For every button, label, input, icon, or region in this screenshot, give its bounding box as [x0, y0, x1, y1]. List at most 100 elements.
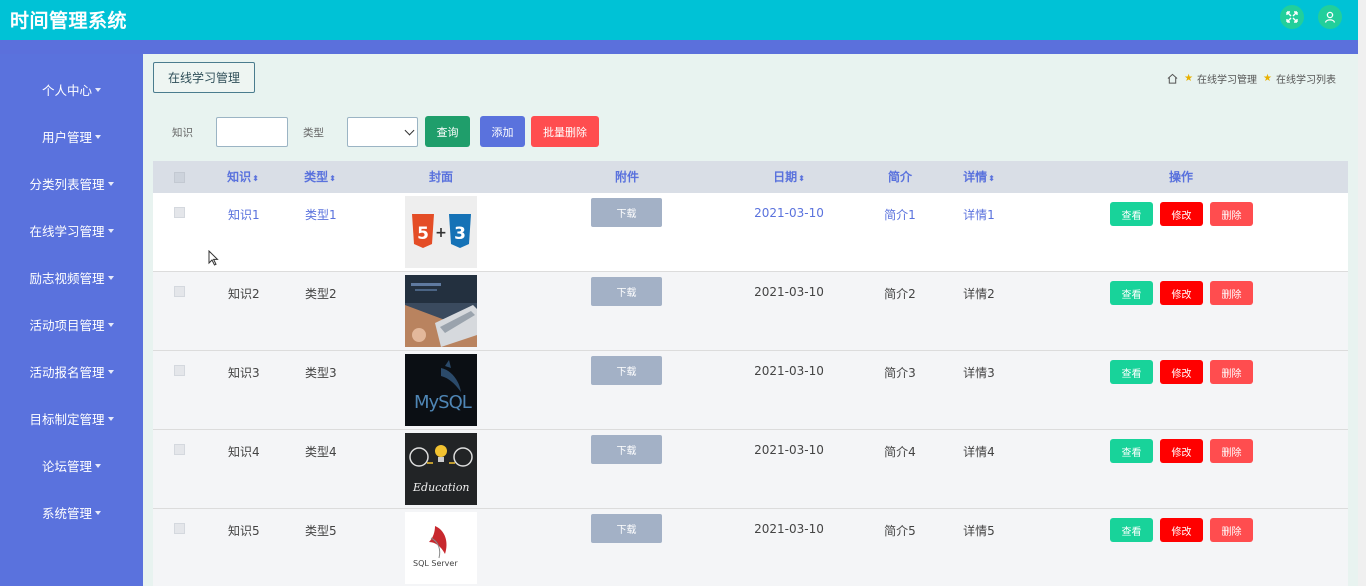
row-checkbox[interactable]: [174, 207, 185, 218]
batch-delete-button[interactable]: 批量删除: [531, 116, 599, 147]
download-button[interactable]: 下载: [591, 435, 662, 464]
column-summary: 简介: [887, 170, 913, 184]
breadcrumb-item[interactable]: 在线学习管理: [1197, 71, 1257, 86]
type-select[interactable]: [347, 117, 418, 147]
star-icon: ★: [1184, 73, 1194, 84]
edit-button[interactable]: 修改: [1160, 439, 1203, 463]
edit-button[interactable]: 修改: [1160, 281, 1203, 305]
knowledge-label: 知识: [172, 127, 193, 139]
sort-icon: ⬍: [252, 174, 259, 183]
row-checkbox[interactable]: [174, 365, 185, 376]
cell-knowledge: 知识3: [228, 366, 260, 380]
section-title-button[interactable]: 在线学习管理: [153, 62, 255, 93]
cell-knowledge: 知识4: [228, 445, 260, 459]
user-menu-button[interactable]: [1318, 5, 1342, 29]
view-button[interactable]: 查看: [1110, 518, 1153, 542]
view-button[interactable]: 查看: [1110, 439, 1153, 463]
sidebar-item-label: 目标制定管理: [29, 411, 105, 427]
home-icon[interactable]: [1167, 73, 1178, 84]
cover-text: SQL Server: [413, 559, 458, 568]
delete-button[interactable]: 删除: [1210, 518, 1253, 542]
column-type[interactable]: 类型⬍: [304, 161, 336, 193]
table-row: 知识2 类型2 下载 2021-03-10 简介2 详情2 查看 修改 删除: [153, 272, 1348, 351]
chevron-down-icon: [404, 125, 415, 136]
data-table: 知识⬍ 类型⬍ 封面 附件 日期⬍ 简介 详情⬍ 操作 知识1 类型1 5 + …: [153, 161, 1348, 586]
row-checkbox[interactable]: [174, 444, 185, 455]
cell-knowledge: 知识1: [228, 208, 260, 222]
cell-summary: 简介5: [884, 524, 916, 538]
table-row: 知识5 类型5 SQL Server 下载 2021-03-10 简介5 详情5…: [153, 509, 1348, 586]
cover-image-mysql: MySQL: [405, 354, 477, 426]
delete-button[interactable]: 删除: [1210, 281, 1253, 305]
cell-date: 2021-03-10: [754, 285, 824, 299]
delete-button[interactable]: 删除: [1210, 360, 1253, 384]
cell-detail: 详情2: [963, 287, 995, 301]
sidebar-item-label: 分类列表管理: [29, 176, 105, 192]
cover-image-sql-server: SQL Server: [405, 512, 477, 584]
row-checkbox[interactable]: [174, 286, 185, 297]
sort-icon: ⬍: [988, 174, 995, 183]
sidebar-item-online-learning[interactable]: 在线学习管理: [0, 215, 143, 245]
cell-type: 类型5: [305, 524, 337, 538]
sidebar-item-label: 活动报名管理: [29, 364, 105, 380]
delete-button[interactable]: 删除: [1210, 202, 1253, 226]
cell-type: 类型2: [305, 287, 337, 301]
download-button[interactable]: 下载: [591, 198, 662, 227]
top-header: 时间管理系统: [0, 0, 1358, 40]
caret-down-icon: [95, 464, 101, 468]
cell-date: 2021-03-10: [754, 206, 824, 220]
sidebar-item-categories[interactable]: 分类列表管理: [0, 168, 143, 198]
table-header: 知识⬍ 类型⬍ 封面 附件 日期⬍ 简介 详情⬍ 操作: [153, 161, 1348, 193]
view-button[interactable]: 查看: [1110, 202, 1153, 226]
edit-button[interactable]: 修改: [1160, 202, 1203, 226]
table-row: 知识1 类型1 5 + 3 下载 2021-03-10 简介1 详情1 查看 修…: [153, 193, 1348, 272]
sidebar-item-videos[interactable]: 励志视频管理: [0, 262, 143, 292]
header-band: [0, 40, 1358, 54]
download-button[interactable]: 下载: [591, 277, 662, 306]
select-all-checkbox[interactable]: [174, 172, 185, 183]
table-row: 知识4 类型4 Education 下载 2021-03-10 简介4 详情4 …: [153, 430, 1348, 509]
sidebar-item-label: 系统管理: [41, 505, 92, 521]
caret-down-icon: [95, 511, 101, 515]
window-scrollbar[interactable]: [1358, 0, 1366, 586]
main-content: 在线学习管理 ★ 在线学习管理 ★ 在线学习列表 知识 类型 查询 添加 批量删…: [143, 54, 1358, 586]
cell-summary: 简介1: [884, 208, 916, 222]
sort-icon: ⬍: [329, 174, 336, 183]
column-date[interactable]: 日期⬍: [773, 161, 805, 193]
knowledge-search-input[interactable]: [216, 117, 288, 147]
sidebar-item-personal-center[interactable]: 个人中心: [0, 74, 143, 104]
cover-image-html5-css3: 5 + 3: [405, 196, 477, 268]
sidebar-item-activities[interactable]: 活动项目管理: [0, 309, 143, 339]
edit-button[interactable]: 修改: [1160, 360, 1203, 384]
delete-button[interactable]: 删除: [1210, 439, 1253, 463]
sidebar-item-label: 论坛管理: [41, 458, 92, 474]
breadcrumb-item: 在线学习列表: [1276, 75, 1336, 86]
star-icon: ★: [1263, 73, 1272, 84]
sidebar-item-goals[interactable]: 目标制定管理: [0, 403, 143, 433]
sidebar-item-label: 个人中心: [41, 82, 92, 98]
cell-detail: 详情1: [963, 208, 995, 222]
download-button[interactable]: 下载: [591, 356, 662, 385]
sort-icon: ⬍: [798, 174, 805, 183]
breadcrumb: ★ 在线学习管理 ★ 在线学习列表: [1167, 71, 1336, 86]
edit-button[interactable]: 修改: [1160, 518, 1203, 542]
cell-knowledge: 知识5: [228, 524, 260, 538]
add-button[interactable]: 添加: [480, 116, 525, 147]
sidebar-item-forum[interactable]: 论坛管理: [0, 450, 143, 480]
query-button[interactable]: 查询: [425, 116, 470, 147]
cover-image-laptop-photo: [405, 275, 477, 347]
cell-detail: 详情4: [963, 445, 995, 459]
sidebar-item-registrations[interactable]: 活动报名管理: [0, 356, 143, 386]
caret-down-icon: [107, 370, 114, 374]
column-knowledge[interactable]: 知识⬍: [227, 161, 259, 193]
view-button[interactable]: 查看: [1110, 281, 1153, 305]
fullscreen-button[interactable]: [1280, 5, 1304, 29]
row-checkbox[interactable]: [174, 523, 185, 534]
sidebar-item-label: 励志视频管理: [29, 270, 105, 286]
sidebar-item-system[interactable]: 系统管理: [0, 497, 143, 527]
download-button[interactable]: 下载: [591, 514, 662, 543]
view-button[interactable]: 查看: [1110, 360, 1153, 384]
column-detail[interactable]: 详情⬍: [963, 161, 995, 193]
cell-detail: 详情3: [963, 366, 995, 380]
sidebar-item-users[interactable]: 用户管理: [0, 121, 143, 151]
